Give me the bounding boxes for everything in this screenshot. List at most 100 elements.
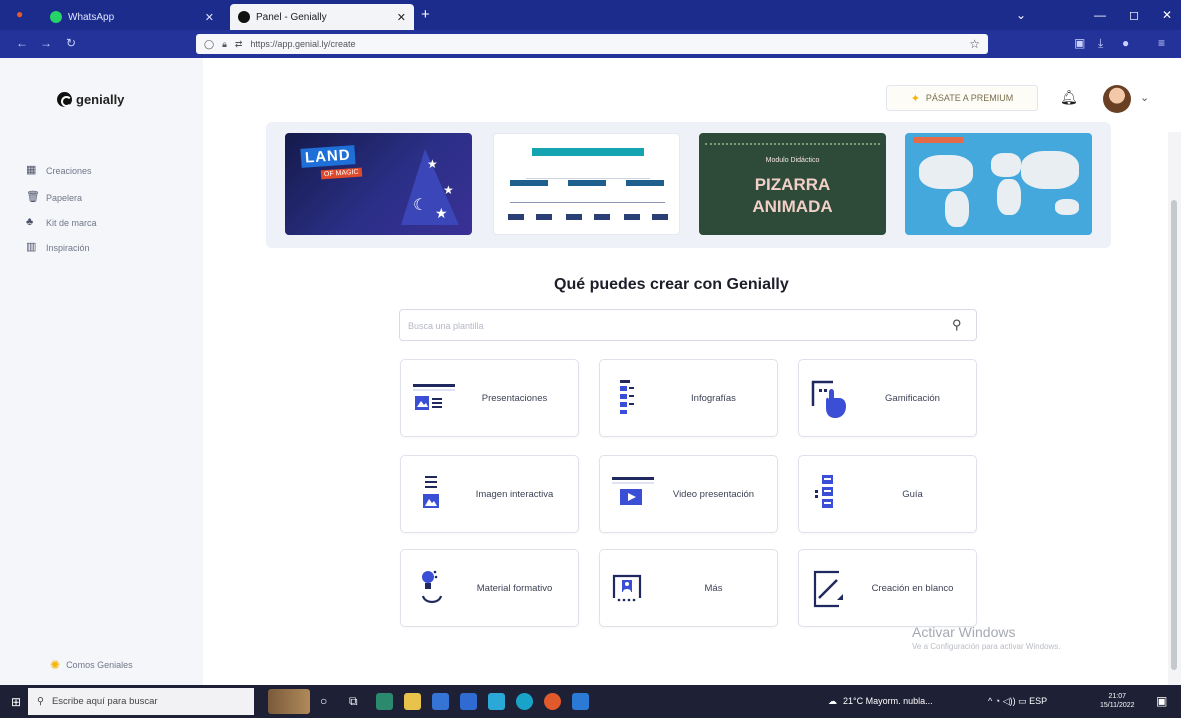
tab-list-icon[interactable]: ⌄ xyxy=(1016,8,1026,22)
chevron-down-icon[interactable]: ⌄ xyxy=(1140,91,1149,104)
card-label: Material formativo xyxy=(476,582,553,594)
card-gamificacion[interactable]: Gamificación xyxy=(798,359,977,437)
reload-icon[interactable]: ↻ xyxy=(66,36,76,50)
photos-icon[interactable] xyxy=(488,693,505,710)
card-label: Imagen interactiva xyxy=(475,488,554,500)
tab-label: WhatsApp xyxy=(68,11,115,23)
sidebar-item-creaciones[interactable]: ▦ Creaciones xyxy=(26,165,92,176)
windows-start-icon[interactable]: ⊞ xyxy=(11,695,21,709)
volume-icon[interactable]: ◁)) xyxy=(1003,696,1016,706)
card-guia[interactable]: Guía xyxy=(798,455,977,533)
search-icon[interactable]: ⚲ xyxy=(952,317,962,333)
thumb-title: PIZARRA xyxy=(754,175,831,194)
star-icon: ★ xyxy=(435,205,448,221)
sidebar-item-kit-de-marca[interactable]: ♣ Kit de marca xyxy=(26,217,97,228)
permissions-icon[interactable]: ⇄ xyxy=(235,39,243,50)
card-material-formativo[interactable]: Material formativo xyxy=(400,549,579,627)
notification-bell-icon[interactable]: 🔔︎ xyxy=(1060,89,1078,106)
diagram-connector xyxy=(526,178,650,179)
template-search[interactable]: ⚲ xyxy=(399,309,977,341)
new-tab-icon[interactable]: + xyxy=(421,7,430,23)
browser-nav-bar: ← → ↻ ◯ 🔒︎ ⇄ https://app.genial.ly/creat… xyxy=(0,30,1181,58)
whatsapp-favicon-icon xyxy=(50,11,62,23)
shield-icon[interactable]: ◯ xyxy=(204,39,214,50)
diagram-leaf xyxy=(594,214,610,220)
app-header: ✦ PÁSATE A PREMIUM 🔔︎ ⌄ xyxy=(203,58,1181,132)
url-bar[interactable]: ◯ 🔒︎ ⇄ https://app.genial.ly/create ☆ xyxy=(196,34,988,54)
system-tray[interactable]: ^ ◔ ◁)) ▭ ESP xyxy=(988,696,1047,707)
task-view-icon[interactable]: ⧉ xyxy=(349,694,358,709)
grid-icon: ▦ xyxy=(26,164,37,176)
word-icon[interactable] xyxy=(572,693,589,710)
card-mas[interactable]: Más xyxy=(599,549,778,627)
premium-button[interactable]: ✦ PÁSATE A PREMIUM xyxy=(886,85,1038,111)
cortana-icon[interactable]: ○ xyxy=(320,694,327,708)
keyboard-icon[interactable]: ▭ xyxy=(1018,696,1027,706)
sidebar-item-label: Papelera xyxy=(46,192,83,203)
firefox-icon: ● xyxy=(16,7,24,21)
file-explorer-icon[interactable] xyxy=(404,693,421,710)
card-creacion-en-blanco[interactable]: Creación en blanco xyxy=(798,549,977,627)
maximize-icon[interactable]: ◻ xyxy=(1129,8,1139,22)
diagram-node xyxy=(568,180,606,186)
star-icon: ★ xyxy=(443,183,454,197)
diagram-header-bar xyxy=(532,148,644,156)
back-icon[interactable]: ← xyxy=(16,36,28,50)
sidebar-item-inspiracion[interactable]: ▥ Inspiración xyxy=(26,242,90,253)
card-infografias[interactable]: Infografías xyxy=(599,359,778,437)
news-widget-icon[interactable] xyxy=(268,689,310,714)
template-thumb-world-map[interactable] xyxy=(905,133,1092,235)
menu-icon[interactable]: ≡ xyxy=(1158,36,1165,50)
extension-icon[interactable]: ● xyxy=(1122,36,1129,50)
chrome-like-app-icon[interactable] xyxy=(376,693,393,710)
taskbar-search[interactable]: ⚲ Escribe aquí para buscar xyxy=(28,688,254,715)
template-thumb-pizarra-animada[interactable]: Modulo Didáctico PIZARRA ANIMADA xyxy=(699,133,886,235)
bookmark-star-icon[interactable]: ☆ xyxy=(969,37,980,51)
language-indicator[interactable]: ESP xyxy=(1029,696,1047,706)
card-label: Video presentación xyxy=(672,488,755,500)
diagram-leaf xyxy=(652,214,668,220)
edge-icon[interactable] xyxy=(516,693,533,710)
template-thumb-land-of-magic[interactable]: LAND OF MAGIC ★ ★ ☾ ★ xyxy=(285,133,472,235)
scrollbar-thumb[interactable] xyxy=(1171,200,1177,670)
firefox-taskbar-icon[interactable] xyxy=(544,693,561,710)
sidebar-item-papelera[interactable]: 🗑︎ Papelera xyxy=(26,192,82,203)
lock-icon[interactable]: 🔒︎ xyxy=(222,39,227,50)
weather-text: 21°C Mayorm. nubla... xyxy=(843,696,933,706)
infographic-icon xyxy=(620,380,634,414)
weather-widget[interactable]: ☁ 21°C Mayorm. nubla... xyxy=(828,696,933,707)
sidebar: genially ▦ Creaciones 🗑︎ Papelera ♣ Kit … xyxy=(0,58,203,685)
minimize-icon[interactable]: — xyxy=(1094,8,1106,22)
network-icon[interactable]: ◔ xyxy=(995,696,1000,706)
genially-logo[interactable]: genially xyxy=(57,92,124,107)
more-icon xyxy=(612,574,642,602)
search-input[interactable] xyxy=(408,317,928,335)
template-thumb-diagram[interactable] xyxy=(493,133,680,235)
mail-icon[interactable] xyxy=(432,693,449,710)
notification-center-icon[interactable]: ▣ xyxy=(1156,694,1167,708)
forward-icon[interactable]: → xyxy=(40,36,52,50)
tray-chevron-icon[interactable]: ^ xyxy=(988,696,992,706)
inspiration-icon: ▥ xyxy=(26,241,37,253)
close-icon[interactable]: ✕ xyxy=(397,11,406,24)
store-icon[interactable] xyxy=(460,693,477,710)
card-label: Infografías xyxy=(691,392,736,404)
brand-kit-icon: ♣ xyxy=(26,216,34,228)
sidebar-footer-link[interactable]: ✺ Comos Geniales xyxy=(50,658,133,672)
card-imagen-interactiva[interactable]: Imagen interactiva xyxy=(400,455,579,533)
pocket-icon[interactable]: ▣ xyxy=(1074,36,1085,50)
tab-genially[interactable]: Panel - Genially ✕ xyxy=(230,4,414,30)
thumb-title: ANIMADA xyxy=(752,197,833,216)
download-icon[interactable]: ⤓ xyxy=(1098,36,1103,51)
url-text[interactable]: https://app.genial.ly/create xyxy=(250,39,355,49)
avatar[interactable] xyxy=(1103,85,1131,113)
taskbar-clock[interactable]: 21:07 15/11/2022 xyxy=(1100,692,1135,710)
card-video-presentacion[interactable]: Video presentación xyxy=(599,455,778,533)
close-icon[interactable]: ✕ xyxy=(205,11,214,24)
diagram-node xyxy=(626,180,664,186)
window-close-icon[interactable]: ✕ xyxy=(1162,8,1172,22)
gamification-icon xyxy=(811,380,846,418)
map-continent xyxy=(997,179,1021,215)
tab-whatsapp[interactable]: WhatsApp ✕ xyxy=(42,4,222,30)
card-presentaciones[interactable]: Presentaciones xyxy=(400,359,579,437)
